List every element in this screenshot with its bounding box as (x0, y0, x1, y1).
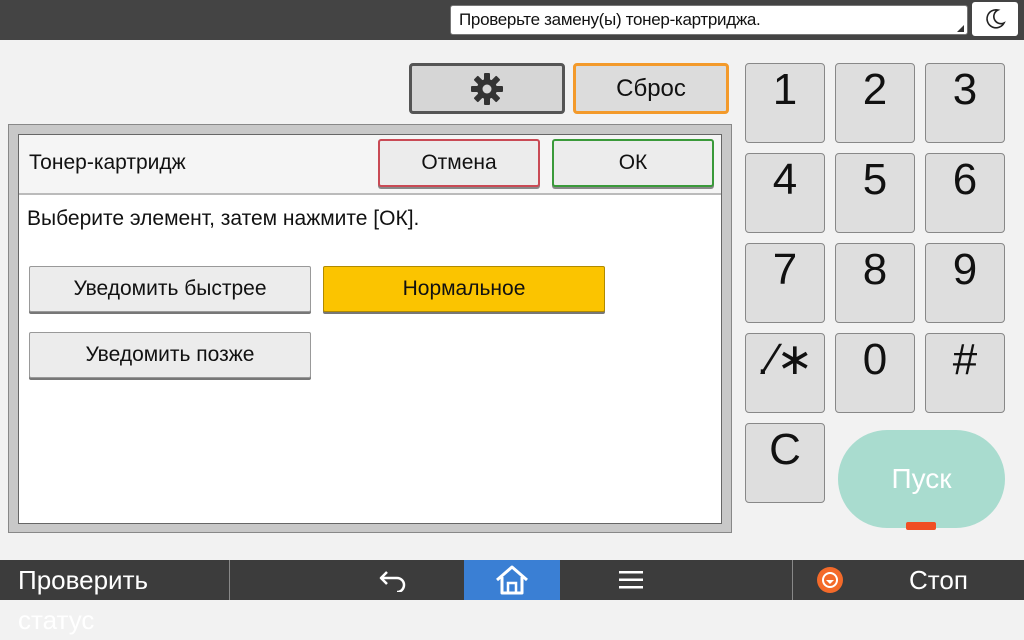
key-5[interactable]: 5 (835, 153, 915, 233)
dialog-title: Тонер-картридж (29, 151, 186, 174)
dialog-header: Тонер-картридж Отмена ОК (19, 135, 721, 195)
key-8[interactable]: 8 (835, 243, 915, 323)
check-status-button[interactable]: Проверить статус (0, 560, 230, 635)
option-normal[interactable]: Нормальное (323, 266, 605, 312)
key-3[interactable]: 3 (925, 63, 1005, 143)
key-dot-star[interactable]: .∕∗ (745, 333, 825, 413)
start-button[interactable]: Пуск (838, 430, 1005, 528)
ok-button[interactable]: ОК (552, 139, 714, 187)
option-notify-later[interactable]: Уведомить позже (29, 332, 311, 378)
bottom-bar: Проверить статус Стоп (0, 560, 1024, 635)
key-6[interactable]: 6 (925, 153, 1005, 233)
notification-message[interactable]: Проверьте замену(ы) тонер-картриджа. (450, 5, 968, 35)
gear-icon (471, 72, 503, 105)
key-0[interactable]: 0 (835, 333, 915, 413)
key-2[interactable]: 2 (835, 63, 915, 143)
moon-icon (986, 9, 1006, 29)
home-icon (496, 565, 528, 595)
start-indicator-light (906, 522, 936, 530)
toner-dialog: Тонер-картридж Отмена ОК Выберите элемен… (8, 124, 732, 533)
stop-label: Стоп (909, 565, 968, 595)
back-arrow-icon (379, 571, 406, 592)
key-clear[interactable]: C (745, 423, 825, 503)
expand-corner-icon (957, 25, 964, 32)
option-notify-sooner[interactable]: Уведомить быстрее (29, 266, 311, 312)
dialog-content: Тонер-картридж Отмена ОК Выберите элемен… (18, 134, 722, 524)
back-button[interactable] (370, 560, 416, 600)
instruction-text: Выберите элемент, затем нажмите [ОК]. (27, 207, 420, 230)
reset-button[interactable]: Сброс (573, 63, 729, 114)
notification-text: Проверьте замену(ы) тонер-картриджа. (459, 10, 761, 29)
home-button[interactable] (464, 560, 560, 600)
key-1[interactable]: 1 (745, 63, 825, 143)
top-bar: Проверьте замену(ы) тонер-картриджа. (0, 0, 1024, 40)
stop-icon (817, 567, 843, 593)
menu-button[interactable] (608, 560, 654, 600)
key-7[interactable]: 7 (745, 243, 825, 323)
settings-button[interactable] (409, 63, 565, 114)
cancel-button[interactable]: Отмена (378, 139, 540, 187)
key-4[interactable]: 4 (745, 153, 825, 233)
key-hash[interactable]: # (925, 333, 1005, 413)
energy-saver-button[interactable] (972, 2, 1018, 36)
menu-icon (619, 571, 643, 589)
stop-button[interactable]: Стоп (792, 560, 1024, 600)
key-9[interactable]: 9 (925, 243, 1005, 323)
